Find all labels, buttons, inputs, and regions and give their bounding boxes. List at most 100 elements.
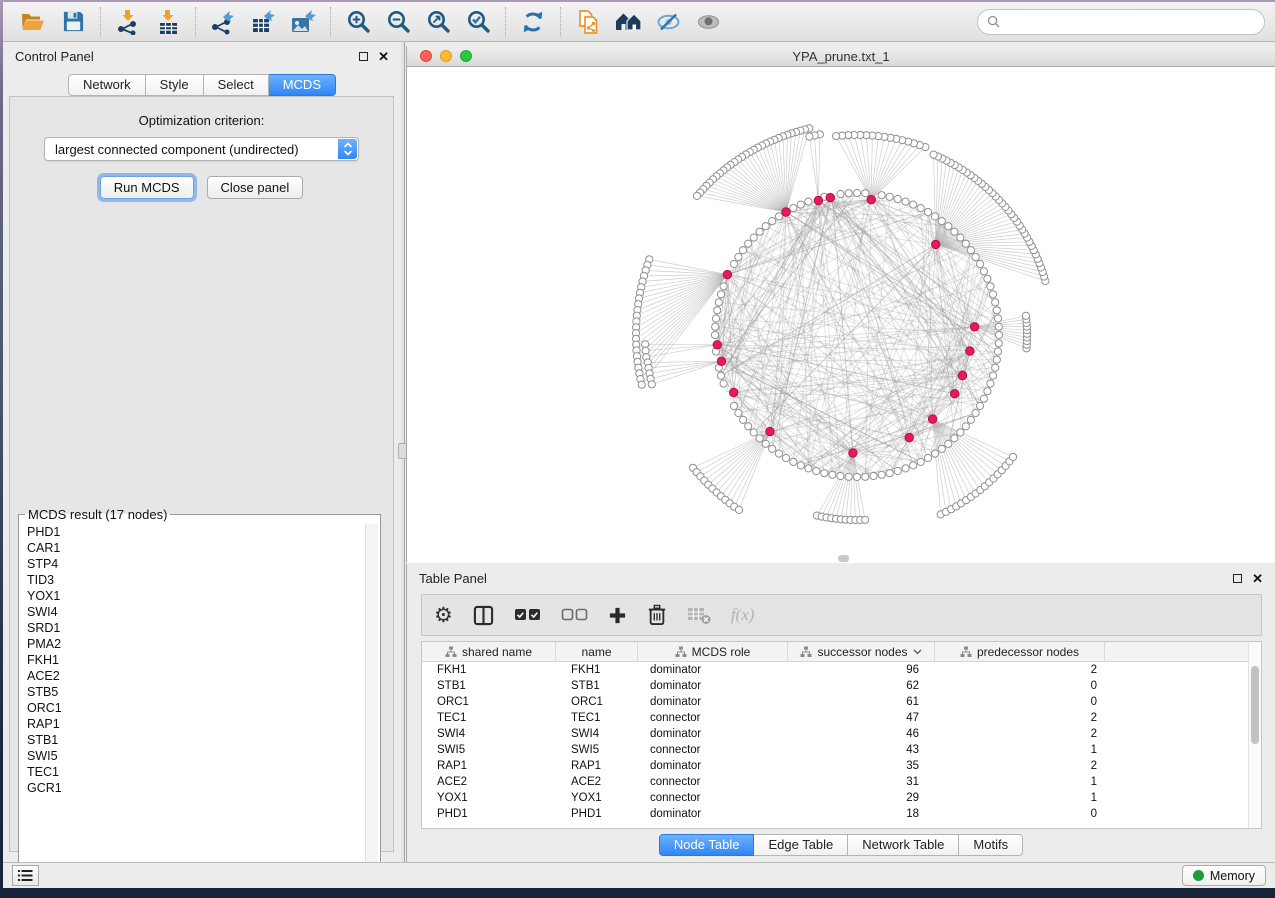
column-header-successor-nodes[interactable]: successor nodes [788, 642, 935, 661]
network-hscrollbar-thumb[interactable] [838, 555, 849, 562]
toolbar-divider [195, 7, 196, 37]
mcds-result-item[interactable]: PMA2 [27, 636, 363, 652]
cell-shared-name: SWI4 [422, 728, 556, 740]
refresh-view-button[interactable] [516, 6, 550, 38]
first-neighbors-button[interactable] [611, 6, 645, 38]
mcds-result-item[interactable]: FKH1 [27, 652, 363, 668]
toolbar-divider [505, 7, 506, 37]
mcds-result-item[interactable]: SRD1 [27, 620, 363, 636]
clone-network-icon [576, 9, 601, 35]
cell-predecessor-nodes: 2 [935, 712, 1105, 724]
select-all-button[interactable] [514, 608, 541, 622]
import-network-button[interactable] [111, 6, 145, 38]
table-row[interactable]: YOX1 YOX1 connector 29 1 [422, 790, 1261, 806]
zoom-fit-button[interactable] [421, 6, 455, 38]
table-scrollbar[interactable] [1248, 642, 1261, 828]
open-file-button[interactable] [16, 6, 50, 38]
float-panel-icon[interactable] [359, 52, 368, 61]
network-window-titlebar[interactable]: YPA_prune.txt_1 [407, 46, 1275, 67]
table-row[interactable]: SWI4 SWI4 dominator 46 2 [422, 726, 1261, 742]
export-image-icon [290, 9, 316, 35]
show-all-button[interactable] [691, 6, 725, 38]
table-row[interactable]: RAP1 RAP1 dominator 35 2 [422, 758, 1261, 774]
cell-predecessor-nodes: 2 [935, 664, 1105, 676]
mcds-result-item[interactable]: STP4 [27, 556, 363, 572]
export-table-button[interactable] [246, 6, 280, 38]
deselect-all-button[interactable] [561, 608, 588, 622]
zoom-out-button[interactable] [381, 6, 415, 38]
import-table-button[interactable] [151, 6, 185, 38]
mcds-tab-content: Optimization criterion: largest connecte… [9, 96, 394, 852]
hide-selected-button[interactable] [651, 6, 685, 38]
delete-table-button[interactable] [687, 606, 711, 625]
mcds-result-item[interactable]: TEC1 [27, 764, 363, 780]
mcds-result-item[interactable]: PHD1 [27, 524, 363, 540]
add-column-button[interactable] [608, 606, 627, 625]
table-row[interactable]: TEC1 TEC1 connector 47 2 [422, 710, 1261, 726]
network-search-field[interactable] [977, 9, 1265, 35]
tab-style[interactable]: Style [146, 74, 204, 96]
float-panel-icon[interactable] [1233, 574, 1242, 583]
memory-button[interactable]: Memory [1182, 865, 1266, 886]
tab-network[interactable]: Network [68, 74, 146, 96]
column-visibility-button[interactable] [473, 605, 494, 626]
delete-column-button[interactable] [647, 604, 667, 626]
mcds-result-item[interactable]: TID3 [27, 572, 363, 588]
column-header-mcds-role[interactable]: MCDS role [638, 642, 788, 661]
column-header-shared-name[interactable]: shared name [422, 642, 556, 661]
mcds-result-item[interactable]: CAR1 [27, 540, 363, 556]
criterion-dropdown[interactable]: largest connected component (undirected) [44, 137, 359, 161]
export-image-button[interactable] [286, 6, 320, 38]
mcds-result-item[interactable]: ORC1 [27, 700, 363, 716]
search-input[interactable] [1006, 15, 1255, 29]
table-settings-button[interactable]: ⚙ [434, 605, 453, 626]
run-mcds-button[interactable]: Run MCDS [100, 176, 194, 199]
close-panel-button[interactable]: Close panel [207, 176, 304, 199]
task-history-button[interactable] [12, 865, 39, 886]
result-scrollbar[interactable] [365, 524, 378, 875]
list-icon [18, 870, 33, 882]
column-header-predecessor-nodes[interactable]: predecessor nodes [935, 642, 1105, 661]
mcds-result-item[interactable]: SWI5 [27, 748, 363, 764]
zoom-in-button[interactable] [341, 6, 375, 38]
control-panel-header: Control Panel ✕ [3, 42, 401, 70]
sort-chevron-icon [913, 649, 922, 655]
mcds-result-item[interactable]: SWI4 [27, 604, 363, 620]
column-header-filler [1105, 642, 1261, 661]
cell-shared-name: FKH1 [422, 664, 556, 676]
zoom-selected-button[interactable] [461, 6, 495, 38]
save-session-button[interactable] [56, 6, 90, 38]
table-row[interactable]: STB1 STB1 dominator 62 0 [422, 678, 1261, 694]
tab-edge-table[interactable]: Edge Table [754, 834, 848, 856]
mcds-result-item[interactable]: STB5 [27, 684, 363, 700]
close-panel-icon[interactable]: ✕ [1252, 572, 1263, 585]
network-canvas[interactable] [408, 68, 1275, 563]
mcds-result-item[interactable]: YOX1 [27, 588, 363, 604]
tab-select[interactable]: Select [204, 74, 269, 96]
mcds-result-list[interactable]: PHD1CAR1STP4TID3YOX1SWI4SRD1PMA2FKH1ACE2… [23, 524, 363, 874]
mcds-result-item[interactable]: GCR1 [27, 780, 363, 796]
table-row[interactable]: ACE2 ACE2 connector 31 1 [422, 774, 1261, 790]
tab-motifs[interactable]: Motifs [959, 834, 1023, 856]
function-builder-button[interactable]: f(x) [731, 605, 755, 625]
table-row[interactable]: ORC1 ORC1 dominator 61 0 [422, 694, 1261, 710]
mcds-result-item[interactable]: STB1 [27, 732, 363, 748]
cell-mcds-role: dominator [638, 664, 788, 676]
tab-node-table[interactable]: Node Table [659, 834, 755, 856]
table-row[interactable]: SWI5 SWI5 connector 43 1 [422, 742, 1261, 758]
table-row[interactable]: FKH1 FKH1 dominator 96 2 [422, 662, 1261, 678]
export-network-button[interactable] [206, 6, 240, 38]
tab-network-table[interactable]: Network Table [848, 834, 959, 856]
cell-predecessor-nodes: 0 [935, 696, 1105, 708]
attribute-type-icon [445, 646, 457, 658]
clone-network-button[interactable] [571, 6, 605, 38]
app-window: Control Panel ✕ Network Style Select MCD… [3, 2, 1275, 888]
close-panel-icon[interactable]: ✕ [378, 50, 389, 63]
cell-successor-nodes: 46 [788, 728, 935, 740]
column-header-name[interactable]: name [556, 642, 638, 661]
tab-mcds[interactable]: MCDS [269, 74, 336, 96]
table-row[interactable]: PHD1 PHD1 dominator 18 0 [422, 806, 1261, 822]
mcds-result-item[interactable]: ACE2 [27, 668, 363, 684]
mcds-result-item[interactable]: RAP1 [27, 716, 363, 732]
table-scrollbar-thumb[interactable] [1251, 666, 1259, 744]
